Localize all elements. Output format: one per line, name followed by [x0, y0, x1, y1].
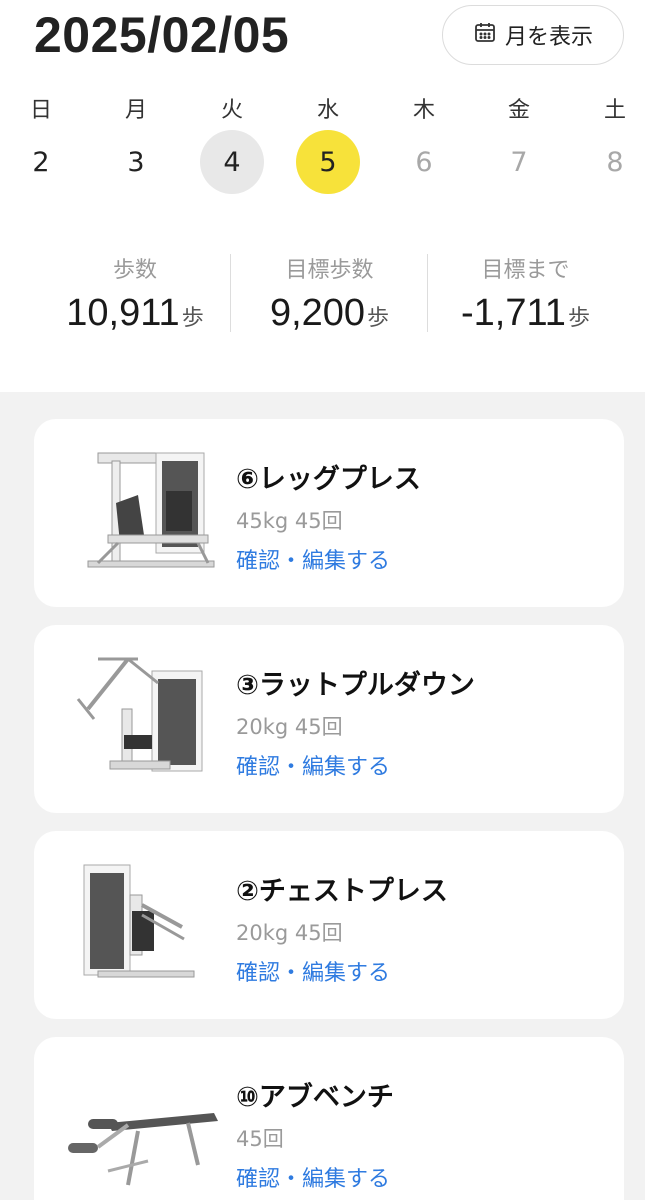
header: 2025/02/05 月を表示 日 2 月 3 火 4 水 5 木 6 金 7 …: [0, 0, 645, 392]
day-number: 8: [606, 146, 624, 178]
weekday-label: 金: [507, 98, 530, 123]
stat-unit: 歩: [367, 305, 390, 330]
week-strip: 日 2 月 3 火 4 水 5 木 6 金 7 土 8: [0, 92, 645, 202]
day-sat[interactable]: 土 8: [583, 92, 645, 202]
day-number: 7: [510, 146, 528, 178]
day-sun[interactable]: 日 2: [9, 92, 73, 202]
stat-unit: 歩: [181, 305, 204, 330]
day-number: 3: [127, 146, 145, 178]
day-number: 6: [415, 146, 433, 178]
stat-steps: 歩数 10,911歩: [40, 252, 230, 336]
stat-value: 9,200: [269, 292, 366, 334]
weekday-label: 水: [316, 98, 339, 123]
weekday-label: 土: [603, 98, 626, 123]
edit-link[interactable]: 確認・編集する: [236, 543, 390, 575]
stat-divider: [230, 254, 231, 332]
day-fri[interactable]: 金 7: [487, 92, 551, 202]
workout-title: ②チェストプレス: [236, 876, 448, 907]
show-month-button[interactable]: 月を表示: [442, 5, 624, 65]
stat-label: 目標歩数: [285, 258, 374, 283]
lat-pulldown-machine-image: [68, 649, 218, 789]
workout-detail: 45kg 45回: [236, 509, 343, 533]
stat-goal-steps: 目標歩数 9,200歩: [232, 252, 427, 336]
day-number: 4: [200, 130, 264, 194]
weekday-label: 月: [124, 98, 147, 123]
workout-card[interactable]: ⑥レッグプレス 45kg 45回 確認・編集する: [34, 419, 624, 607]
ab-bench-image: [68, 1061, 218, 1200]
step-stats: 歩数 10,911歩 目標歩数 9,200歩 目標まで -1,711歩: [0, 252, 645, 336]
stat-unit: 歩: [567, 305, 590, 330]
stat-value: -1,711: [461, 292, 566, 334]
workout-card[interactable]: ②チェストプレス 20kg 45回 確認・編集する: [34, 831, 624, 1019]
edit-link[interactable]: 確認・編集する: [236, 1161, 390, 1193]
chest-press-machine-image: [68, 855, 218, 995]
stat-label: 歩数: [112, 258, 157, 283]
stat-divider: [427, 254, 428, 332]
show-month-label: 月を表示: [504, 25, 593, 50]
day-number-today: 5: [296, 130, 360, 194]
edit-link[interactable]: 確認・編集する: [236, 955, 390, 987]
day-mon[interactable]: 月 3: [104, 92, 168, 202]
stat-label: 目標まで: [481, 258, 570, 283]
day-tue[interactable]: 火 4: [200, 92, 264, 202]
workout-detail: 20kg 45回: [236, 921, 343, 945]
workout-card[interactable]: ⑩アブベンチ 45回 確認・編集する: [34, 1037, 624, 1200]
workout-title: ⑥レッグプレス: [236, 464, 421, 495]
weekday-label: 日: [29, 98, 52, 123]
calendar-icon: [473, 20, 497, 50]
day-number: 2: [32, 146, 50, 178]
day-thu[interactable]: 木 6: [392, 92, 456, 202]
workout-title: ⑩アブベンチ: [236, 1082, 394, 1113]
stat-remaining: 目標まで -1,711歩: [428, 252, 623, 336]
date-title: 2025/02/05: [34, 7, 290, 63]
workout-title: ③ラットプルダウン: [236, 670, 475, 701]
workout-list: ⑥レッグプレス 45kg 45回 確認・編集する ③ラットプルダウン 20kg …: [0, 392, 645, 1200]
leg-press-machine-image: [68, 443, 218, 583]
day-wed[interactable]: 水 5: [296, 92, 360, 202]
stat-value: 10,911: [66, 292, 180, 334]
weekday-label: 木: [412, 98, 435, 123]
workout-card[interactable]: ③ラットプルダウン 20kg 45回 確認・編集する: [34, 625, 624, 813]
weekday-label: 火: [220, 98, 243, 123]
edit-link[interactable]: 確認・編集する: [236, 749, 390, 781]
workout-detail: 20kg 45回: [236, 715, 343, 739]
workout-detail: 45回: [236, 1127, 284, 1151]
